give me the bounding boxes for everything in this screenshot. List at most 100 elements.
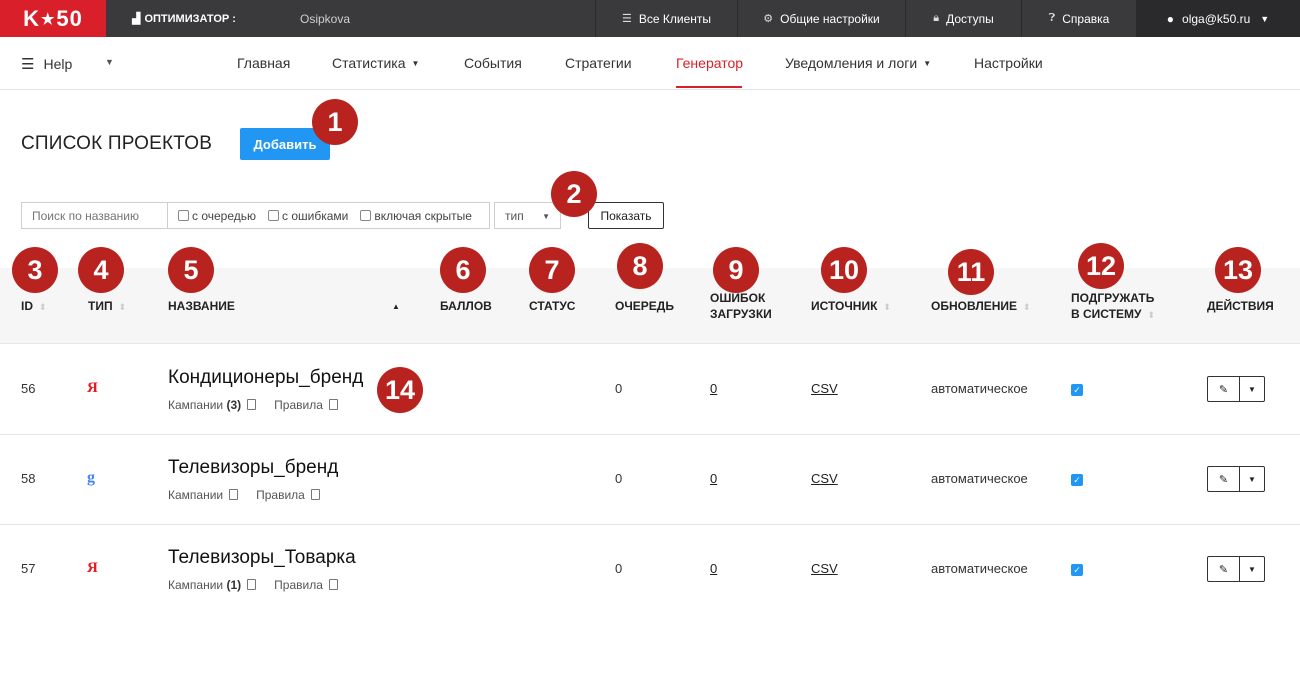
nav-settings[interactable]: Настройки bbox=[974, 55, 1043, 71]
actions-dropdown-button[interactable]: ▼ bbox=[1240, 467, 1264, 491]
campaigns-link[interactable]: Кампании bbox=[168, 488, 223, 502]
help-menu[interactable]: ☰ Help bbox=[21, 55, 72, 73]
column-header-update[interactable]: ОБНОВЛЕНИЕ ⬍ bbox=[931, 298, 1031, 315]
campaigns-label: Кампании bbox=[168, 398, 224, 412]
edit-button[interactable]: ✎ bbox=[1208, 557, 1240, 581]
row-update: автоматическое bbox=[931, 561, 1028, 576]
nav-statistics-label: Статистика bbox=[332, 55, 406, 71]
nav-notifications[interactable]: Уведомления и логи ▼ bbox=[785, 55, 931, 71]
user-menu[interactable]: ● olga@k50.ru ▼ bbox=[1136, 0, 1300, 37]
access-link[interactable]: 🔒︎ Доступы bbox=[905, 0, 1021, 37]
row-source-link[interactable]: CSV bbox=[811, 471, 838, 486]
row-source-link[interactable]: CSV bbox=[811, 561, 838, 576]
row-queue: 0 bbox=[615, 381, 623, 396]
row-actions: ✎ ▼ bbox=[1207, 376, 1265, 402]
row-errors-link[interactable]: 0 bbox=[710, 471, 717, 486]
top-bar: K ★ 50 ▟ ОПТИМИЗАТОР : Osipkova ☰ Все Клие… bbox=[0, 0, 1300, 37]
annotation-badge-9: 9 bbox=[713, 247, 759, 293]
edit-icon: ✎ bbox=[1218, 473, 1229, 486]
project-name-link[interactable]: Телевизоры_Товарка bbox=[168, 547, 356, 569]
document-icon[interactable] bbox=[310, 489, 320, 500]
type-select[interactable]: тип ▼ bbox=[494, 202, 561, 229]
row-queue: 0 bbox=[615, 471, 623, 486]
search-input[interactable] bbox=[21, 202, 168, 229]
sort-ascending-icon[interactable]: ▲ bbox=[392, 302, 400, 311]
document-icon[interactable] bbox=[328, 579, 338, 590]
filter-errors-checkbox[interactable]: с ошибками bbox=[268, 209, 348, 223]
all-clients-link[interactable]: ☰ Все Клиенты bbox=[595, 0, 737, 37]
column-header-errors: ОШИБОК ЗАГРУЗКИ bbox=[710, 290, 772, 322]
help-menu-label: Help bbox=[43, 56, 73, 72]
column-header-actions-label: ДЕЙСТВИЯ bbox=[1207, 299, 1274, 313]
gear-icon: ⚙ bbox=[763, 13, 774, 25]
column-header-errors-line2: ЗАГРУЗКИ bbox=[710, 307, 772, 321]
project-name-link[interactable]: Телевизоры_бренд bbox=[168, 457, 338, 479]
campaigns-link[interactable]: Кампании (3) bbox=[168, 398, 241, 412]
column-header-queue-label: ОЧЕРЕДЬ bbox=[615, 299, 674, 313]
optimizer-label: ОПТИМИЗАТОР : bbox=[144, 12, 236, 25]
actions-dropdown-button[interactable]: ▼ bbox=[1240, 557, 1264, 581]
annotation-badge-11: 11 bbox=[948, 249, 994, 295]
filter-hidden-label: включая скрытые bbox=[374, 208, 472, 223]
page-title: СПИСОК ПРОЕКТОВ bbox=[21, 133, 213, 154]
load-checkbox[interactable]: ✓ bbox=[1071, 384, 1083, 396]
project-name-link[interactable]: Кондиционеры_бренд bbox=[168, 367, 363, 389]
active-tab-underline bbox=[676, 86, 742, 88]
chevron-down-icon: ▼ bbox=[1248, 474, 1256, 484]
row-errors-link[interactable]: 0 bbox=[710, 381, 717, 396]
type-select-value: тип bbox=[505, 208, 524, 223]
column-header-load[interactable]: ПОДГРУЖАТЬ В СИСТЕМУ ⬍ bbox=[1071, 290, 1155, 323]
filter-hidden-checkbox[interactable]: включая скрытые bbox=[360, 209, 472, 223]
rules-link[interactable]: Правила bbox=[274, 578, 323, 592]
nav-events[interactable]: События bbox=[464, 55, 522, 71]
project-links: Кампании (3) Правила bbox=[168, 398, 356, 412]
optimizer-selector[interactable]: ▟ ОПТИМИЗАТОР : Osipkova bbox=[132, 0, 350, 37]
optimizer-value: Osipkova bbox=[300, 11, 351, 26]
row-actions: ✎ ▼ bbox=[1207, 556, 1265, 582]
document-icon[interactable] bbox=[247, 399, 257, 410]
chevron-down-icon: ▼ bbox=[542, 212, 550, 221]
column-header-id-label: ID bbox=[21, 299, 33, 313]
show-button[interactable]: Показать bbox=[588, 202, 664, 229]
filter-queue-checkbox[interactable]: с очередью bbox=[178, 209, 256, 223]
general-settings-link[interactable]: ⚙ Общие настройки bbox=[737, 0, 905, 37]
yandex-icon: Я bbox=[87, 560, 98, 576]
question-icon: ❓︎ bbox=[1048, 12, 1056, 24]
document-icon[interactable] bbox=[328, 399, 338, 410]
row-id: 58 bbox=[21, 471, 36, 486]
column-header-id[interactable]: ID ⬍ bbox=[21, 298, 47, 315]
nav-generator[interactable]: Генератор bbox=[676, 55, 743, 71]
edit-icon: ✎ bbox=[1218, 563, 1229, 576]
nav-main[interactable]: Главная bbox=[237, 55, 290, 71]
chevron-down-icon: ▼ bbox=[1260, 13, 1270, 24]
row-errors-link[interactable]: 0 bbox=[710, 561, 717, 576]
load-checkbox[interactable]: ✓ bbox=[1071, 564, 1083, 576]
rules-link[interactable]: Правила bbox=[256, 488, 305, 502]
column-header-queue: ОЧЕРЕДЬ bbox=[615, 298, 674, 314]
chevron-down-icon: ▼ bbox=[1248, 564, 1256, 574]
row-actions: ✎ ▼ bbox=[1207, 466, 1265, 492]
nav-statistics[interactable]: Статистика ▼ bbox=[332, 55, 419, 71]
column-header-source[interactable]: ИСТОЧНИК ⬍ bbox=[811, 298, 891, 315]
document-icon[interactable] bbox=[247, 579, 257, 590]
actions-dropdown-button[interactable]: ▼ bbox=[1240, 377, 1264, 401]
k50-logo[interactable]: K ★ 50 bbox=[0, 0, 106, 37]
lock-icon: 🔒︎ bbox=[933, 12, 940, 24]
column-header-points-label: БАЛЛОВ bbox=[440, 299, 492, 313]
column-header-name[interactable]: НАЗВАНИЕ bbox=[168, 298, 235, 314]
campaigns-count: (3) bbox=[226, 398, 242, 412]
column-header-type[interactable]: ТИП ⬍ bbox=[88, 298, 126, 315]
menu-icon: ☰ bbox=[21, 56, 35, 73]
load-checkbox[interactable]: ✓ bbox=[1071, 474, 1083, 486]
row-source-link[interactable]: CSV bbox=[811, 381, 838, 396]
campaigns-link[interactable]: Кампании (1) bbox=[168, 578, 241, 592]
edit-button[interactable]: ✎ bbox=[1208, 377, 1240, 401]
edit-button[interactable]: ✎ bbox=[1208, 467, 1240, 491]
document-icon[interactable] bbox=[229, 489, 239, 500]
chevron-down-icon[interactable]: ▼ bbox=[105, 57, 114, 67]
rules-link[interactable]: Правила bbox=[274, 398, 323, 412]
help-link[interactable]: ❓︎ Справка bbox=[1021, 0, 1136, 37]
nav-strategies[interactable]: Стратегии bbox=[565, 55, 632, 71]
annotation-badge-2: 2 bbox=[551, 171, 597, 217]
column-header-source-label: ИСТОЧНИК bbox=[811, 299, 878, 313]
